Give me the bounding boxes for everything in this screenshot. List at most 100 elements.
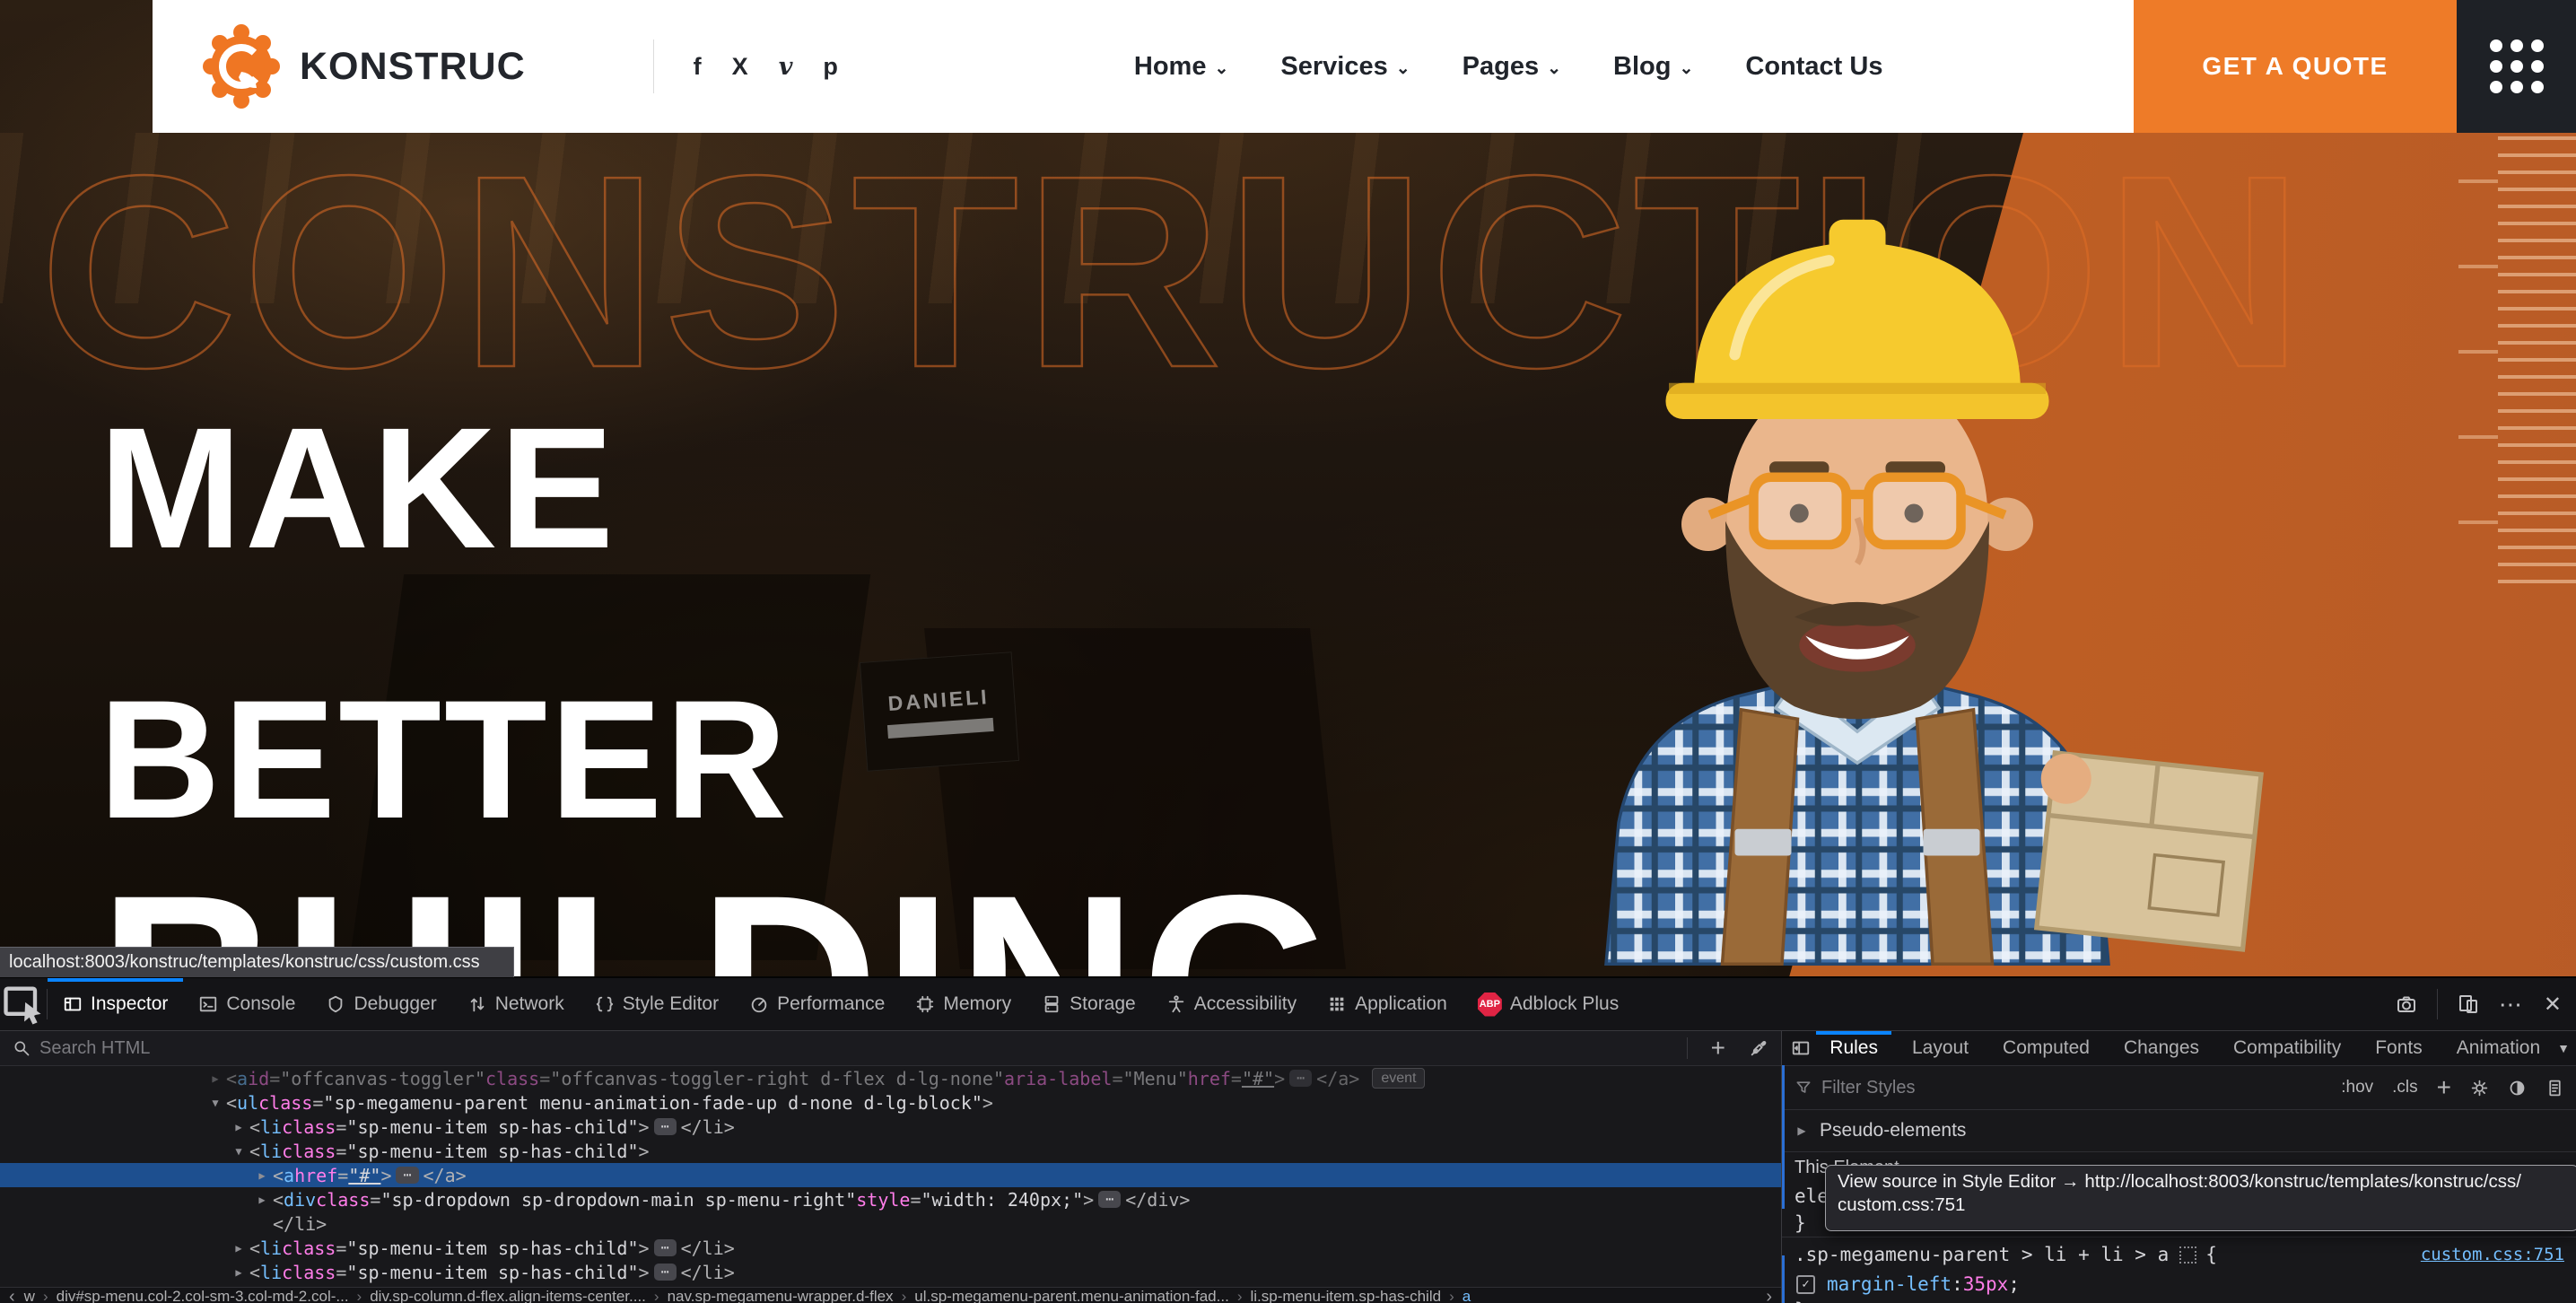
breadcrumb-item[interactable]: a bbox=[1463, 1288, 1471, 1303]
devtools-tab-inspector[interactable]: Inspector bbox=[48, 978, 183, 1030]
html-tree-row[interactable]: ▶<a href="#">⋯</a> bbox=[0, 1163, 1781, 1187]
breadcrumb-item[interactable]: ul.sp-megamenu-parent.menu-animation-fad… bbox=[914, 1288, 1229, 1303]
print-simulation-button[interactable] bbox=[2545, 1079, 2564, 1097]
sidebar-tab-compatibility[interactable]: Compatibility bbox=[2216, 1031, 2358, 1065]
event-badge[interactable]: event bbox=[1372, 1068, 1425, 1089]
pinterest-icon[interactable]: p bbox=[823, 53, 838, 81]
sidebar-tab-fonts[interactable]: Fonts bbox=[2358, 1031, 2440, 1065]
add-rule-button[interactable]: + bbox=[2437, 1075, 2451, 1100]
sidebar-collapse-button[interactable] bbox=[1789, 1038, 1812, 1058]
sidebar-tab-animation[interactable]: Animation bbox=[2440, 1031, 2557, 1065]
twisty-icon[interactable]: ▶ bbox=[228, 1266, 249, 1279]
nav-item-blog[interactable]: Blog⌄ bbox=[1613, 52, 1693, 82]
devtools-tab-console[interactable]: Console bbox=[183, 978, 310, 1030]
twisty-icon[interactable]: ▶ bbox=[228, 1242, 249, 1255]
html-tree-row[interactable]: ▶<a id="offcanvas-toggler" class="offcan… bbox=[0, 1066, 1781, 1090]
devtools-menu-button[interactable]: ⋯ bbox=[2499, 991, 2524, 1019]
sidebar-tabs-row: RulesLayoutComputedChangesCompatibilityF… bbox=[1782, 1031, 2576, 1066]
breadcrumb-scroll-left-icon[interactable]: ‹ bbox=[0, 1287, 24, 1303]
html-tree: ▶<a id="offcanvas-toggler" class="offcan… bbox=[0, 1066, 1781, 1287]
breadcrumb-item[interactable]: div.sp-column.d-flex.align-items-center.… bbox=[370, 1288, 646, 1303]
twisty-icon[interactable]: ▶ bbox=[1794, 1124, 1809, 1137]
html-tree-row[interactable]: ▼<ul class="sp-megamenu-parent menu-anim… bbox=[0, 1090, 1781, 1115]
code-token: = bbox=[910, 1189, 921, 1211]
css-selector[interactable]: .sp-megamenu-parent > li + li > a bbox=[1794, 1244, 2169, 1265]
responsive-mode-button[interactable] bbox=[2458, 993, 2479, 1015]
nav-item-label: Blog bbox=[1613, 52, 1671, 82]
devtools-tab-application[interactable]: Application bbox=[1312, 978, 1463, 1030]
code-token: "width: 240px;" bbox=[921, 1189, 1084, 1211]
html-tree-row[interactable]: ▶<div class="sp-dropdown sp-dropdown-mai… bbox=[0, 1187, 1781, 1211]
devtools-tab-memory[interactable]: Memory bbox=[900, 978, 1026, 1030]
expand-inline-icon[interactable]: ⋯ bbox=[654, 1239, 677, 1256]
sidebar-tab-rules[interactable]: Rules bbox=[1812, 1031, 1895, 1065]
expand-inline-icon[interactable]: ⋯ bbox=[396, 1167, 418, 1184]
facebook-icon[interactable]: f bbox=[694, 53, 702, 81]
devtools-tab-debugger[interactable]: Debugger bbox=[310, 978, 451, 1030]
sidebar-tab-layout[interactable]: Layout bbox=[1895, 1031, 1986, 1065]
x-twitter-icon[interactable]: X bbox=[732, 53, 748, 81]
light-scheme-simulation-button[interactable] bbox=[2470, 1079, 2489, 1097]
devtools-tab-network[interactable]: Network bbox=[452, 978, 580, 1030]
breadcrumb-item[interactable]: li.sp-menu-item.sp-has-child bbox=[1250, 1288, 1441, 1303]
nav-item-contact-us[interactable]: Contact Us bbox=[1745, 52, 1882, 82]
sidebar-tabs-overflow-icon[interactable]: ▼ bbox=[2557, 1041, 2576, 1055]
nav-item-pages[interactable]: Pages⌄ bbox=[1463, 52, 1561, 82]
devtools-tab-adblock-plus[interactable]: ABPAdblock Plus bbox=[1463, 978, 1634, 1030]
dark-scheme-simulation-button[interactable] bbox=[2508, 1079, 2527, 1097]
rule-close-brace: } bbox=[1782, 1297, 2576, 1303]
twisty-icon[interactable]: ▶ bbox=[205, 1072, 226, 1085]
html-tree-row[interactable]: ▶<li class="sp-menu-item sp-has-child">⋯… bbox=[0, 1236, 1781, 1260]
twisty-icon[interactable]: ▼ bbox=[228, 1145, 249, 1158]
devtools-tab-accessibility[interactable]: Accessibility bbox=[1151, 978, 1312, 1030]
nav-item-services[interactable]: Services⌄ bbox=[1280, 52, 1410, 82]
code-token: "offcanvas-toggler-right d-flex d-lg-non… bbox=[550, 1068, 1004, 1089]
twisty-icon[interactable]: ▶ bbox=[228, 1121, 249, 1133]
expand-inline-icon[interactable]: ⋯ bbox=[654, 1264, 677, 1281]
breadcrumb-item[interactable]: div#sp-menu.col-2.col-sm-3.col-md-2.col-… bbox=[57, 1288, 349, 1303]
create-node-button[interactable]: + bbox=[1711, 1036, 1725, 1061]
memory-icon bbox=[915, 994, 935, 1014]
html-tree-row[interactable]: </li> bbox=[0, 1211, 1781, 1236]
nav-item-home[interactable]: Home⌄ bbox=[1134, 52, 1229, 82]
toggle-classes-button[interactable]: .cls bbox=[2392, 1078, 2418, 1097]
breadcrumb-item[interactable]: w bbox=[24, 1288, 35, 1303]
code-token: < bbox=[273, 1165, 284, 1186]
eyedropper-button[interactable] bbox=[1749, 1038, 1768, 1058]
toggle-pseudo-classes-button[interactable]: :hov bbox=[2341, 1078, 2373, 1097]
breadcrumb-item[interactable]: nav.sp-megamenu-wrapper.d-flex bbox=[668, 1288, 894, 1303]
devtools-tab-style-editor[interactable]: Style Editor bbox=[580, 978, 734, 1030]
twisty-icon[interactable]: ▶ bbox=[251, 1169, 273, 1182]
twisty-icon[interactable]: ▶ bbox=[251, 1194, 273, 1206]
search-html-input[interactable]: Search HTML bbox=[39, 1038, 150, 1059]
twisty-icon[interactable]: ▼ bbox=[205, 1097, 226, 1109]
devtools-close-button[interactable]: ✕ bbox=[2544, 992, 2562, 1018]
pane-scroll-indicator bbox=[1782, 1255, 1785, 1303]
brand-logo[interactable]: KONSTRUC bbox=[199, 22, 526, 111]
expand-inline-icon[interactable]: ⋯ bbox=[654, 1118, 677, 1135]
css-property-name[interactable]: margin-left bbox=[1827, 1273, 1952, 1295]
breadcrumb-scroll-right-icon[interactable]: › bbox=[1757, 1287, 1781, 1303]
screenshot-button[interactable] bbox=[2396, 993, 2417, 1015]
inspector-icon bbox=[63, 994, 83, 1014]
html-tree-row[interactable]: ▶<li class="sp-menu-item sp-has-child">⋯… bbox=[0, 1260, 1781, 1284]
expand-inline-icon[interactable]: ⋯ bbox=[1289, 1070, 1312, 1087]
stylesheet-source-link[interactable]: custom.css:751 bbox=[2421, 1245, 2564, 1264]
pseudo-elements-section[interactable]: ▶ Pseudo-elements bbox=[1782, 1110, 2576, 1152]
filter-styles-input[interactable]: Filter Styles bbox=[1821, 1078, 1915, 1098]
css-property-value[interactable]: 35px bbox=[1963, 1273, 2009, 1295]
get-a-quote-button[interactable]: GET A QUOTE bbox=[2134, 0, 2457, 133]
expand-inline-icon[interactable]: ⋯ bbox=[1098, 1191, 1121, 1208]
devtools-tab-storage[interactable]: Storage bbox=[1026, 978, 1151, 1030]
sidebar-tab-changes[interactable]: Changes bbox=[2107, 1031, 2216, 1065]
apps-grid-button[interactable] bbox=[2457, 0, 2576, 133]
vimeo-icon[interactable]: v bbox=[779, 53, 793, 81]
html-tree-row[interactable]: ▶<li class="sp-menu-item sp-has-child">⋯… bbox=[0, 1115, 1781, 1139]
devtools-tab-performance[interactable]: Performance bbox=[734, 978, 900, 1030]
devtools-tab-label: Accessibility bbox=[1194, 993, 1297, 1015]
pick-element-button[interactable] bbox=[0, 978, 47, 1030]
sidebar-tab-computed[interactable]: Computed bbox=[1986, 1031, 2107, 1065]
flex-highlighter-toggle-icon[interactable] bbox=[2179, 1246, 2196, 1264]
declaration-enabled-checkbox[interactable]: ✓ bbox=[1796, 1275, 1815, 1294]
html-tree-row[interactable]: ▼<li class="sp-menu-item sp-has-child"> bbox=[0, 1139, 1781, 1163]
